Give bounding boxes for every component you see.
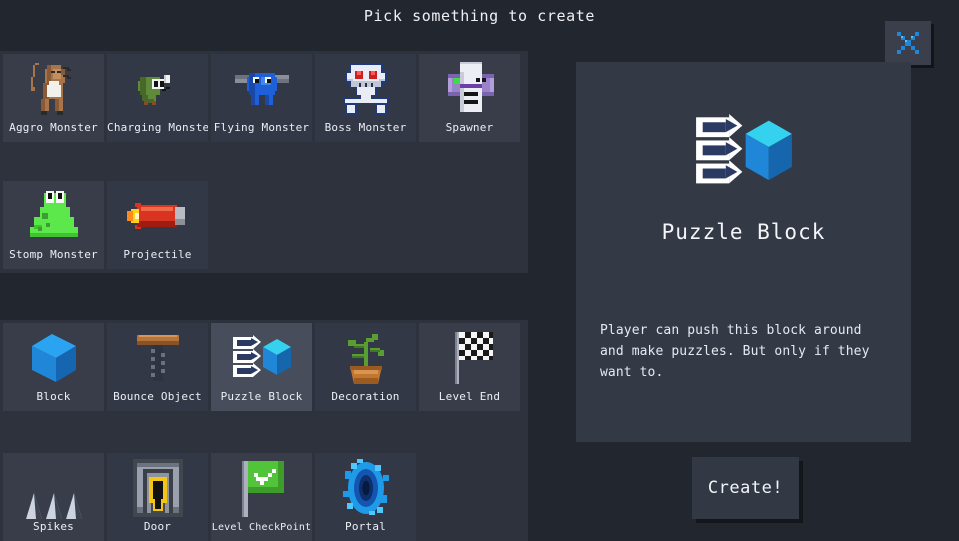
projectile-icon (107, 185, 208, 247)
catalog-tile-label: Spawner (445, 121, 494, 134)
catalog-tile-portal[interactable]: Portal (315, 453, 416, 541)
catalog-tile-charging-monster[interactable]: Charging Monster (107, 54, 208, 142)
portal-icon (315, 457, 416, 519)
catalog-row: Aggro Monster Charging Monster Flying Mo… (0, 51, 528, 142)
decoration-icon (315, 327, 416, 389)
catalog-tile-label: Puzzle Block (220, 390, 303, 403)
puzzle-block-icon (576, 114, 911, 190)
catalog-tile-block[interactable]: Block (3, 323, 104, 411)
detail-description: Player can push this block around and ma… (600, 323, 870, 380)
catalog-tile-label: Boss Monster (324, 121, 407, 134)
catalog-tile-label: Aggro Monster (9, 121, 98, 134)
catalog-tile-label: Block (36, 390, 71, 403)
charging-monster-icon (107, 58, 208, 120)
catalog-row: Spikes Door Level CheckPoint Portal (0, 411, 528, 541)
detail-title: Puzzle Block (661, 220, 826, 244)
level-end-icon (419, 327, 520, 389)
catalog-row: Stomp Monster Projectile (0, 142, 528, 269)
catalog-tile-level-end[interactable]: Level End (419, 323, 520, 411)
catalog-tile-level-checkpoint[interactable]: Level CheckPoint (211, 453, 312, 541)
catalog-tile-label: Bounce Object (113, 390, 202, 403)
create-button-label: Create! (707, 478, 784, 498)
block-icon (3, 327, 104, 389)
catalog-tile-aggro-monster[interactable]: Aggro Monster (3, 54, 104, 142)
dialog-header: Pick something to create (0, 0, 959, 32)
catalog-tile-label: Portal (345, 520, 386, 533)
boss-monster-icon (315, 58, 416, 120)
close-x-icon (897, 32, 919, 54)
catalog-tile-puzzle-block[interactable]: Puzzle Block (211, 323, 312, 411)
catalog-tile-decoration[interactable]: Decoration (315, 323, 416, 411)
catalog-tile-label: Decoration (331, 390, 400, 403)
spawner-icon (419, 58, 520, 120)
catalog-tile-door[interactable]: Door (107, 453, 208, 541)
door-icon (107, 457, 208, 519)
catalog-tile-label: Level End (438, 390, 501, 403)
catalog-tile-boss-monster[interactable]: Boss Monster (315, 54, 416, 142)
catalog-row: Block Bounce Object Puzzle Block Decorat… (0, 320, 528, 411)
catalog-tile-label: Spikes (33, 520, 74, 533)
page-title: Pick something to create (363, 7, 596, 25)
catalog-tile-label: Level CheckPoint (211, 522, 312, 533)
flying-monster-icon (211, 58, 312, 120)
level-checkpoint-icon (211, 457, 312, 519)
catalog-tile-stomp-monster[interactable]: Stomp Monster (3, 181, 104, 269)
catalog-tile-bounce-object[interactable]: Bounce Object (107, 323, 208, 411)
catalog-tile-label: Stomp Monster (9, 248, 98, 261)
puzzle-block-icon (211, 327, 312, 389)
stomp-monster-icon (3, 185, 104, 247)
aggro-monster-icon (3, 58, 104, 120)
spikes-icon (3, 465, 104, 519)
catalog-group-environment: Block Bounce Object Puzzle Block Decorat… (0, 320, 528, 541)
catalog-group-monsters: Aggro Monster Charging Monster Flying Mo… (0, 51, 528, 273)
creation-catalog: Aggro Monster Charging Monster Flying Mo… (0, 51, 528, 541)
close-button[interactable] (885, 21, 931, 65)
catalog-tile-label: Door (143, 520, 172, 533)
bounce-object-icon (107, 327, 208, 389)
catalog-tile-spikes[interactable]: Spikes (3, 453, 104, 541)
catalog-tile-flying-monster[interactable]: Flying Monster (211, 54, 312, 142)
catalog-tile-label: Flying Monster (213, 121, 310, 134)
catalog-tile-spawner[interactable]: Spawner (419, 54, 520, 142)
detail-panel: Puzzle Block Player can push this block … (576, 62, 911, 442)
create-button[interactable]: Create! (692, 457, 799, 519)
catalog-tile-label: Projectile (123, 248, 192, 261)
catalog-tile-projectile[interactable]: Projectile (107, 181, 208, 269)
catalog-tile-label: Charging Monster (107, 121, 208, 134)
